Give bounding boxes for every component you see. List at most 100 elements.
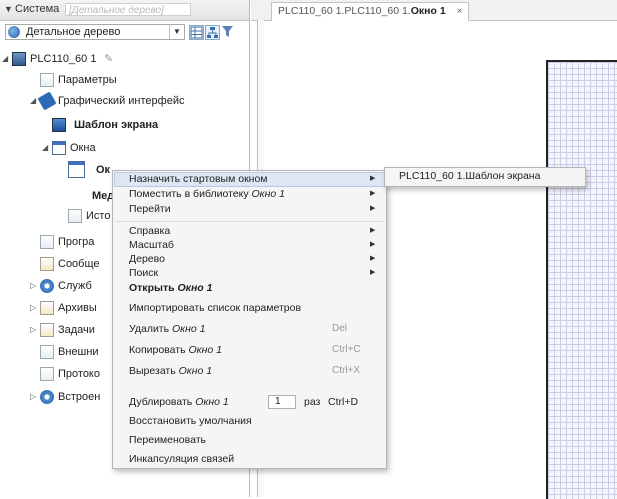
submenu-item-screen-template[interactable]: PLC110_60 1.Шаблон экрана xyxy=(399,170,540,182)
menu-object: Окно 1 xyxy=(178,365,213,377)
menu-label: Вырезать xyxy=(129,365,176,377)
tree-item-label: Исто xyxy=(86,210,111,222)
panel-title: Система xyxy=(15,3,60,15)
chevron-down-icon[interactable]: ▼ xyxy=(169,25,184,39)
tree-item-label: Графический интерфейс xyxy=(58,95,185,107)
expand-arrow-icon[interactable]: ▷ xyxy=(30,277,36,295)
menu-item-open[interactable]: Открыть Окно 1 xyxy=(129,281,212,295)
submenu-arrow-icon: ▶ xyxy=(370,205,376,212)
tab-window1[interactable]: PLC110_60 1.PLC110_60 1.Окно 1 × xyxy=(271,2,470,21)
menu-item-scale[interactable]: Масштаб xyxy=(129,238,174,252)
filter-icon[interactable] xyxy=(221,25,236,40)
document-icon xyxy=(68,209,82,223)
tree-item-label: Ок xyxy=(96,164,111,176)
close-icon[interactable]: × xyxy=(457,6,463,17)
panel-filter-field[interactable]: [Детальное дерево] xyxy=(65,3,191,16)
expand-arrow-icon[interactable]: ▷ xyxy=(30,388,36,406)
menu-item-place-lib[interactable]: Поместить в библиотеку Окно 1 xyxy=(129,187,285,201)
document-icon xyxy=(40,367,54,381)
menu-label: Инкапсуляция связей xyxy=(129,453,235,465)
menu-label: Справка xyxy=(129,225,171,237)
document-icon xyxy=(40,257,54,271)
shortcut-label: Del xyxy=(332,323,348,334)
menu-label: Копировать xyxy=(129,344,186,356)
window-icon xyxy=(52,141,66,155)
shortcut-label: Ctrl+D xyxy=(328,396,359,408)
gear-icon xyxy=(40,279,54,293)
duplicate-times-label: раз xyxy=(304,396,321,408)
menu-label: Восстановить умолчания xyxy=(129,415,252,427)
menu-item-rename[interactable]: Переименовать xyxy=(129,433,206,447)
menu-item-delete[interactable]: Удалить Окно 1 xyxy=(129,322,206,336)
submenu-arrow-icon: ▶ xyxy=(370,241,376,248)
expand-arrow-icon[interactable]: ◢ xyxy=(30,92,36,110)
tree-item-label: PLC110_60 1 xyxy=(30,53,97,65)
submenu-arrow-icon: ▶ xyxy=(370,175,376,182)
tree-item-label: Сообще xyxy=(58,258,100,270)
tree-item-label: Внешни xyxy=(58,346,99,358)
document-icon xyxy=(40,345,54,359)
menu-item-search[interactable]: Поиск xyxy=(129,266,158,280)
tab-title: Окно 1 xyxy=(410,5,446,17)
menu-object: Окно 1 xyxy=(188,344,222,356)
menu-item-set-start[interactable]: Назначить стартовым окном xyxy=(129,172,268,186)
design-grid[interactable] xyxy=(546,60,617,499)
menu-object: Окно 1 xyxy=(177,282,213,294)
table-view-icon[interactable] xyxy=(189,25,204,40)
expand-arrow-icon[interactable]: ▷ xyxy=(30,321,36,339)
expand-arrow-icon[interactable]: ◢ xyxy=(42,139,48,157)
menu-label: Перейти xyxy=(129,203,171,215)
tree-item-label: Окна xyxy=(70,142,96,154)
menu-object: Окно 1 xyxy=(251,188,286,200)
menu-item-cut[interactable]: Вырезать Окно 1 xyxy=(129,364,212,378)
submenu: PLC110_60 1.Шаблон экрана xyxy=(384,167,586,187)
menu-item-goto[interactable]: Перейти xyxy=(129,202,171,216)
menu-item-import[interactable]: Импортировать список параметров xyxy=(129,301,301,315)
menu-item-duplicate[interactable]: Дублировать Окно 1 xyxy=(129,395,229,409)
collapse-triangle-icon[interactable]: ▼ xyxy=(4,4,13,14)
context-menu: Назначить стартовым окном ▶ Поместить в … xyxy=(112,170,387,469)
tab-path: PLC110_60 1.PLC110_60 1. xyxy=(278,5,411,17)
menu-separator xyxy=(115,221,384,222)
gear-icon xyxy=(40,390,54,404)
panel-toolbar: Детальное дерево ▼ xyxy=(0,21,249,43)
menu-item-copy[interactable]: Копировать Окно 1 xyxy=(129,343,222,357)
menu-item-help[interactable]: Справка xyxy=(129,224,170,238)
document-icon xyxy=(40,323,54,337)
menu-item-encapsulate[interactable]: Инкапсуляция связей xyxy=(129,452,234,466)
submenu-arrow-icon: ▶ xyxy=(370,255,376,262)
submenu-arrow-icon: ▶ xyxy=(370,227,376,234)
plc-icon xyxy=(12,52,26,66)
menu-label: Удалить xyxy=(129,323,170,335)
editor-tab-strip: PLC110_60 1.PLC110_60 1.Окно 1 × xyxy=(251,0,617,21)
panel-header: ▼ Система [Детальное дерево] xyxy=(0,0,249,21)
pencil-icon[interactable]: ✎ xyxy=(104,50,113,68)
expand-arrow-icon[interactable]: ▷ xyxy=(30,299,36,317)
menu-item-tree[interactable]: Дерево xyxy=(129,252,165,266)
tree-item-label: Протоко xyxy=(58,368,100,380)
menu-label: Масштаб xyxy=(129,239,174,251)
window-icon xyxy=(68,161,85,178)
hierarchy-icon[interactable] xyxy=(205,25,220,40)
tree-item-label: Архивы xyxy=(58,302,97,314)
monitor-icon xyxy=(52,118,66,132)
document-icon xyxy=(40,73,54,87)
tree-item-label: Служб xyxy=(58,280,92,292)
view-mode-select[interactable]: Детальное дерево ▼ xyxy=(5,24,185,40)
tree-item-label: Параметры xyxy=(58,74,117,86)
document-icon xyxy=(40,301,54,315)
menu-label: Дублировать xyxy=(129,396,193,408)
duplicate-count-input[interactable]: 1 xyxy=(268,395,296,409)
shortcut-label: Ctrl+X xyxy=(332,365,361,376)
menu-label: Назначить стартовым окном xyxy=(129,173,268,185)
expand-arrow-icon[interactable]: ◢ xyxy=(2,50,8,68)
shortcut-label: Ctrl+C xyxy=(332,344,361,355)
document-icon xyxy=(40,235,54,249)
menu-label: Дерево xyxy=(129,253,165,265)
menu-label: Поместить в библиотеку xyxy=(129,188,249,200)
tree-item-label: Встроен xyxy=(58,391,101,403)
tree-item-label: Програ xyxy=(58,236,95,248)
menu-object: Окно 1 xyxy=(172,323,206,335)
menu-label: Поиск xyxy=(129,267,159,279)
menu-item-restore[interactable]: Восстановить умолчания xyxy=(129,414,252,428)
